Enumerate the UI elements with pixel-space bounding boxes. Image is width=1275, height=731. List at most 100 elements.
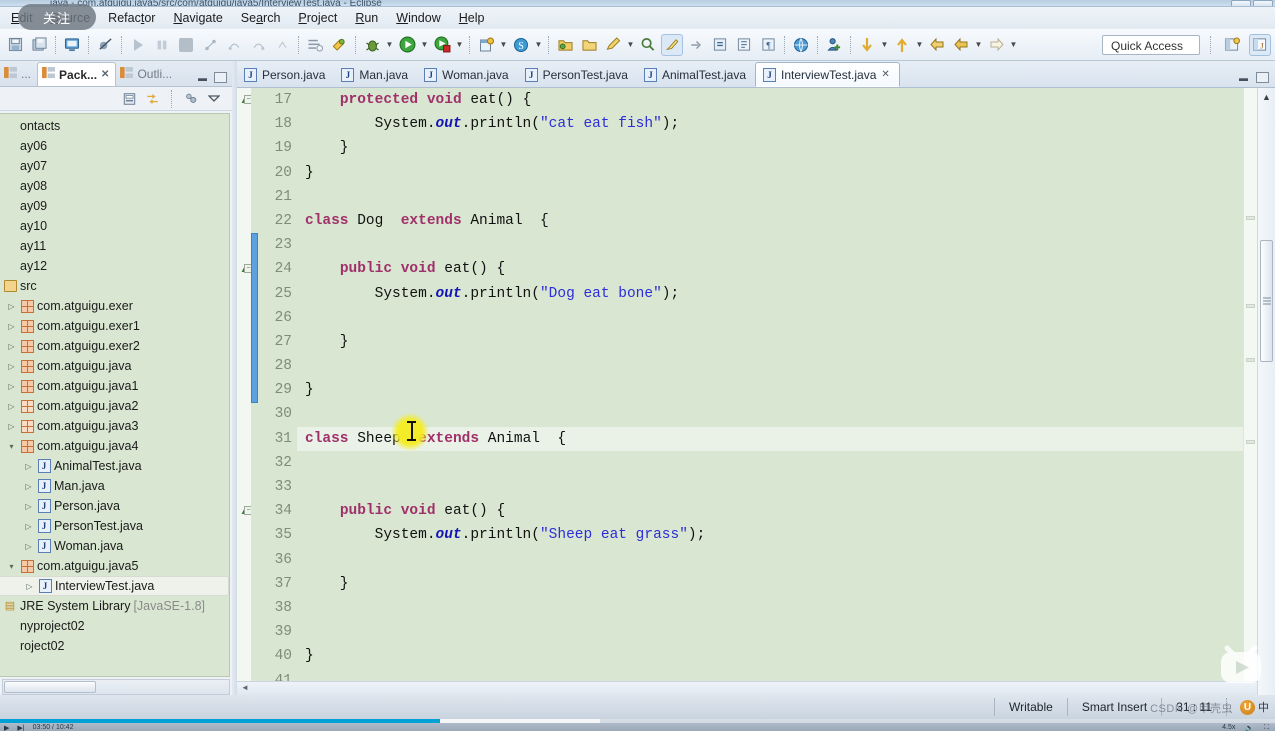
expand-arrow-icon[interactable]: ▷ [6,342,17,351]
restore-button[interactable] [1253,0,1273,6]
java-perspective-icon[interactable]: J [1249,33,1271,56]
code-line[interactable]: class Sheep extends Animal { [297,426,1275,451]
menu-search[interactable]: Search [232,9,290,27]
expand-arrow-icon[interactable]: ▷ [23,522,34,531]
down-dropdown-arrow-icon[interactable]: ▼ [879,40,890,49]
code-line[interactable]: } [297,161,1275,185]
open-type-dropdown-arrow-icon[interactable]: ▼ [533,40,544,49]
new-java-project-icon[interactable] [475,34,497,56]
paragraph-icon[interactable]: ¶ [757,34,779,56]
save-all-icon[interactable] [28,34,50,56]
editor-tab-personjava[interactable]: J Person.java [237,62,334,87]
minimize-view-icon[interactable]: ▬ [196,72,209,83]
follow-overlay-badge[interactable]: 关注 [18,4,96,30]
code-line[interactable]: } [297,330,1275,354]
view-tab-pack[interactable]: Pack... ✕ [37,62,117,86]
menu-help[interactable]: Help [450,9,494,27]
new-dropdown-arrow-icon[interactable]: ▼ [498,40,509,49]
view-tab-[interactable]: ... [0,62,37,86]
editor-tab-persontestjava[interactable]: J PersonTest.java [518,62,637,87]
tree-item[interactable]: ▷ com.atguigu.java1 [0,376,229,396]
expand-arrow-icon[interactable]: ▷ [6,302,17,311]
scroll-left-icon[interactable]: ◄ [241,683,249,692]
code-editor[interactable]: ▲−▲−▲− 171819202122232425262728293031323… [237,88,1275,695]
open-perspective-icon[interactable] [1221,34,1243,56]
view-menu-arrow-icon[interactable] [206,91,222,107]
expand-arrow-icon[interactable]: ▾ [6,562,17,571]
menu-refactor[interactable]: Refactor [99,9,164,27]
terminate-icon[interactable] [175,34,197,56]
folding-column[interactable]: ▲−▲−▲− [237,88,253,695]
quick-access-input[interactable]: Quick Access [1102,34,1200,55]
view-tab-outli[interactable]: Outli... [116,62,178,86]
editor-vertical-scrollbar[interactable]: ▲ [1257,88,1275,695]
code-line[interactable]: protected void eat() { [297,88,1275,112]
tree-file-item[interactable]: ▷ J AnimalTest.java [0,456,229,476]
run-last-tool-icon[interactable] [328,34,350,56]
expand-arrow-icon[interactable]: ▷ [6,402,17,411]
debug-dropdown-arrow-icon[interactable]: ▼ [384,40,395,49]
console-icon[interactable] [61,34,83,56]
run-icon[interactable] [396,34,418,56]
tree-item[interactable]: ▷ com.atguigu.java [0,356,229,376]
editor-horizontal-scrollbar[interactable]: ◄ [237,681,1257,695]
tree-horizontal-scrollbar[interactable] [2,679,230,695]
play-icon[interactable]: ▶ [4,724,9,731]
back-history-icon[interactable] [950,34,972,56]
code-line[interactable]: } [297,136,1275,160]
menu-project[interactable]: Project [289,9,346,27]
source-text[interactable]: protected void eat() { System.out.printl… [297,88,1275,695]
tree-file-item[interactable]: ▷ J InterviewTest.java [0,576,229,596]
tree-item[interactable]: ▷ com.atguigu.exer [0,296,229,316]
debug-icon[interactable] [361,34,383,56]
collapse-all-icon[interactable] [121,91,137,107]
ime-badge-icon[interactable]: U [1240,699,1255,715]
expand-arrow-icon[interactable]: ▷ [6,422,17,431]
minimize-button[interactable] [1231,0,1251,6]
tree-item[interactable]: ▷ com.atguigu.java2 [0,396,229,416]
tree-file-item[interactable]: ▷ J Woman.java [0,536,229,556]
expand-arrow-icon[interactable]: ▷ [6,322,17,331]
up-dropdown-arrow-icon[interactable]: ▼ [914,40,925,49]
tree-item[interactable]: ▷ com.atguigu.exer2 [0,336,229,356]
code-line[interactable]: System.out.println("cat eat fish"); [297,112,1275,136]
tree-item[interactable]: nyproject02 [0,616,229,636]
code-line[interactable]: } [297,572,1275,596]
tree-item[interactable]: ▤ JRE System Library [JavaSE-1.8] [0,596,229,616]
code-line[interactable]: public void eat() { [297,257,1275,281]
toggle-breakpoint-icon[interactable] [94,34,116,56]
view-menu-icon[interactable] [183,91,199,107]
code-line[interactable]: } [297,644,1275,668]
tree-item[interactable]: ▷ com.atguigu.java3 [0,416,229,436]
tree-item[interactable]: ay11 [0,236,229,256]
code-line[interactable] [297,402,1275,426]
disconnect-icon[interactable] [199,34,221,56]
player-speed[interactable]: 4.5x [1222,724,1235,731]
code-line[interactable]: } [297,378,1275,402]
menu-window[interactable]: Window [387,9,449,27]
maximize-editor-icon[interactable] [1256,72,1269,83]
tree-file-item[interactable]: ▷ J Person.java [0,496,229,516]
code-line[interactable] [297,596,1275,620]
tree-item[interactable]: ay07 [0,156,229,176]
step-over-icon[interactable] [223,34,245,56]
code-line[interactable] [297,475,1275,499]
scrollbar-thumb[interactable] [4,681,96,693]
run-coverage-icon[interactable] [431,34,453,56]
suspend-icon[interactable] [151,34,173,56]
pencil-dropdown-arrow-icon[interactable]: ▼ [625,40,636,49]
tree-item[interactable]: src [0,276,229,296]
open-folder-icon[interactable] [578,34,600,56]
tree-file-item[interactable]: ▷ J PersonTest.java [0,516,229,536]
run-dropdown-arrow-icon[interactable]: ▼ [419,40,430,49]
code-line[interactable]: System.out.println("Dog eat bone"); [297,282,1275,306]
tree-item[interactable]: ▾ com.atguigu.java4 [0,436,229,456]
expand-arrow-icon[interactable]: ▷ [23,502,34,511]
minimize-editor-icon[interactable]: ▬ [1237,72,1250,83]
tree-item[interactable]: ay09 [0,196,229,216]
fullscreen-icon[interactable]: ⛶ [1264,724,1269,731]
step-into-icon[interactable] [127,34,149,56]
tree-item[interactable]: ▾ com.atguigu.java5 [0,556,229,576]
editor-tab-womanjava[interactable]: J Woman.java [417,62,517,87]
progress-track[interactable] [0,719,1275,723]
